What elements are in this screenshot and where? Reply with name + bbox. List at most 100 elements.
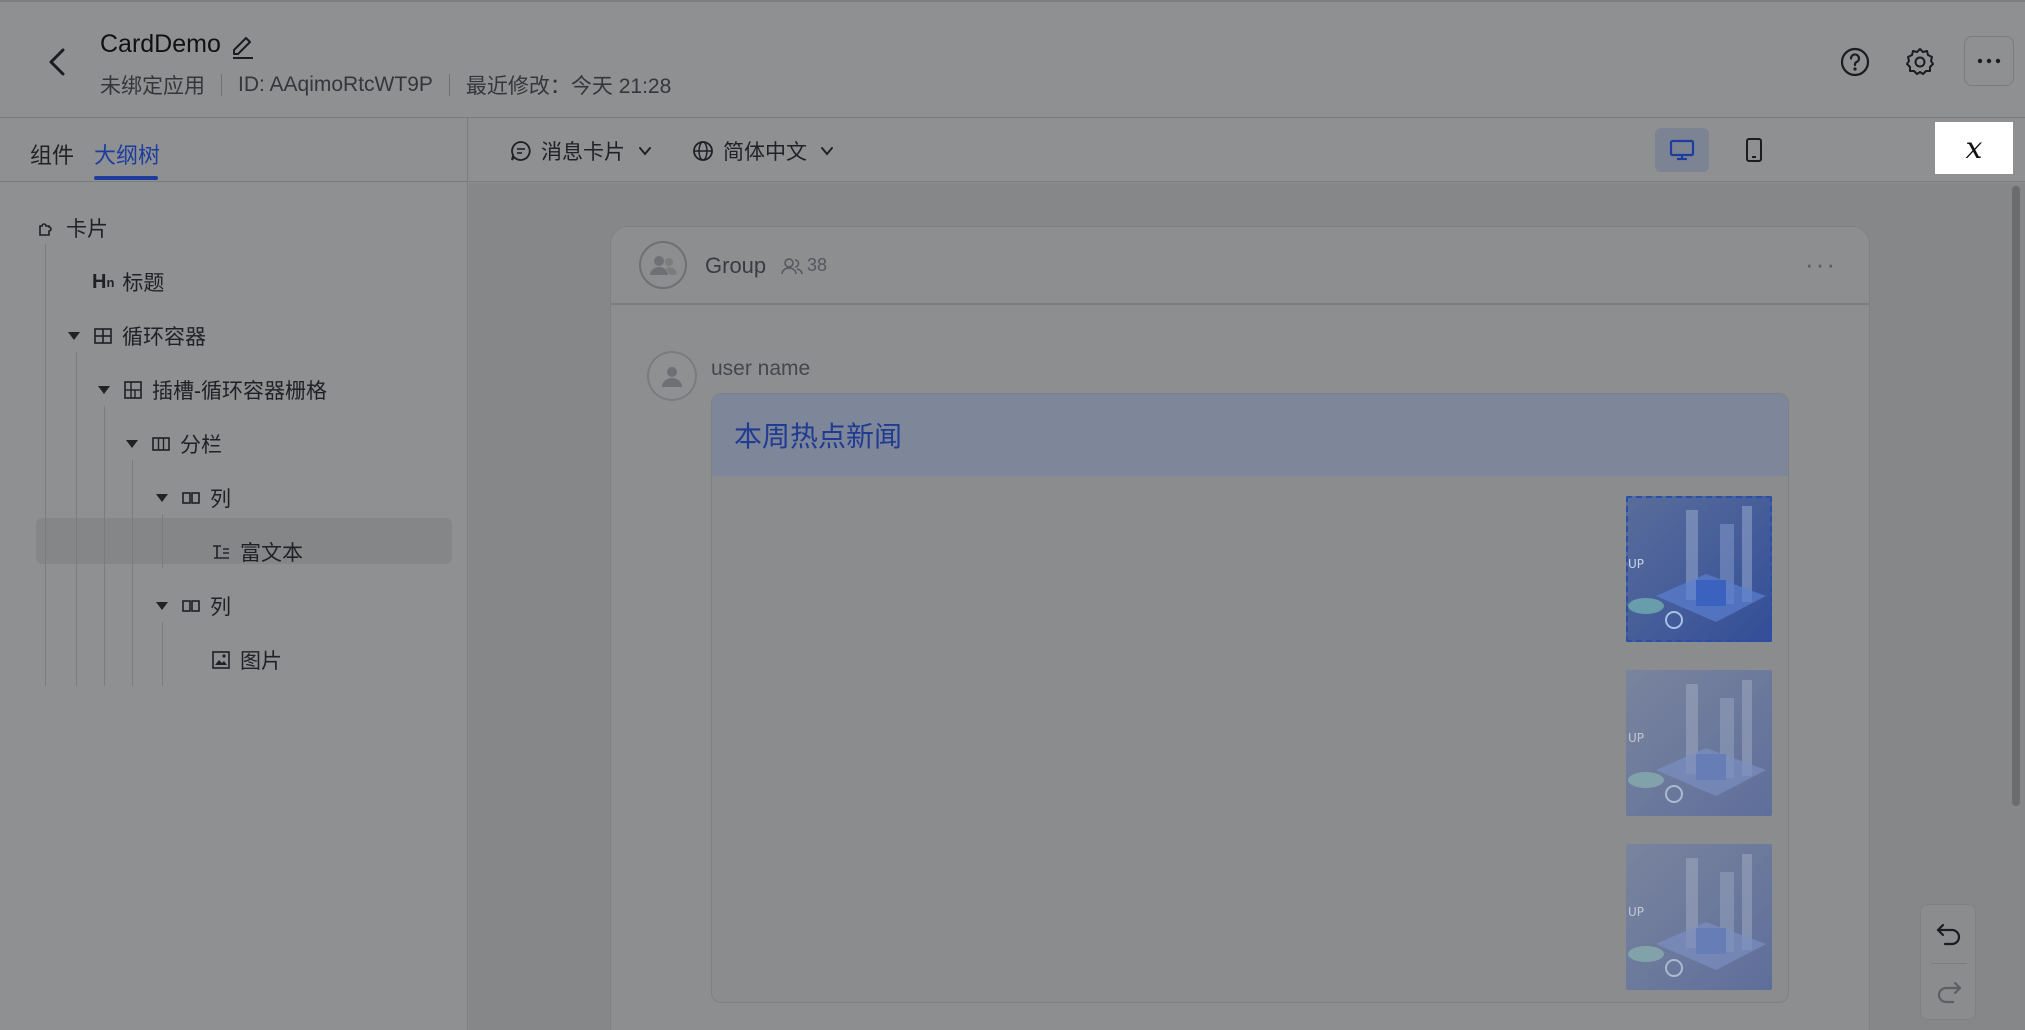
tree-node-label: 列 xyxy=(210,488,231,511)
city-illustration-image: UP xyxy=(1626,670,1772,816)
chat-preview-card: Group 38 ··· user name 本周热点新闻 UP UP UP xyxy=(610,226,1870,1030)
tree-node-image[interactable]: 图片 xyxy=(210,645,282,675)
app-header: CardDemo 未绑定应用 ID: AAqimoRtcWT9P 最近修改：今天… xyxy=(0,0,2025,118)
card-title: 本周热点新闻 xyxy=(734,421,903,452)
tree-node-title[interactable]: Hn 标题 xyxy=(92,267,164,297)
tree-node-columns[interactable]: 分栏 xyxy=(126,429,222,459)
message-card[interactable]: 本周热点新闻 UP UP UP xyxy=(711,393,1789,1003)
chat-more-icon[interactable]: ··· xyxy=(1805,249,1837,280)
city-illustration-image: UP xyxy=(1626,496,1772,642)
tree-node-label: 插槽-循环容器栅格 xyxy=(152,380,327,403)
meta-divider xyxy=(221,74,222,96)
card-type-dropdown[interactable]: 消息卡片 xyxy=(509,136,653,166)
last-modified: 最近修改：今天 21:28 xyxy=(465,75,672,98)
image-icon xyxy=(210,649,232,671)
tree-node-label: 循环容器 xyxy=(122,326,206,349)
group-name: Group xyxy=(705,253,767,278)
tree-node-label: 图片 xyxy=(240,650,282,673)
card-id: ID: AAqimoRtcWT9P xyxy=(238,73,433,96)
back-arrow-icon[interactable] xyxy=(44,46,72,78)
undo-icon[interactable] xyxy=(1935,921,1963,947)
help-icon[interactable] xyxy=(1839,46,1871,78)
redo-icon[interactable] xyxy=(1935,979,1963,1005)
group-users-icon xyxy=(650,256,677,275)
chat-header: Group 38 ··· xyxy=(611,227,1869,305)
tree-node-label: 标题 xyxy=(122,272,165,295)
mobile-phone-icon xyxy=(1746,138,1762,162)
language-label: 简体中文 xyxy=(723,141,807,164)
group-avatar xyxy=(639,241,687,289)
tab-outline-tree[interactable]: 大纲树 xyxy=(94,138,160,170)
tree-guide-line xyxy=(162,622,163,686)
desktop-preview-button[interactable] xyxy=(1655,128,1709,172)
tree-node-label: 分栏 xyxy=(180,434,222,457)
page-meta: 未绑定应用 ID: AAqimoRtcWT9P 最近修改：今天 21:28 xyxy=(100,70,671,100)
news-image-2[interactable]: UP xyxy=(1626,670,1772,816)
tree-node-slot-grid[interactable]: 插槽-循环容器栅格 xyxy=(98,375,327,405)
expand-caret-icon[interactable] xyxy=(156,602,168,610)
user-avatar xyxy=(647,351,697,401)
column-icon xyxy=(180,595,202,617)
variables-button[interactable]: 𝑥 xyxy=(1935,122,2013,174)
tree-guide-line xyxy=(104,406,105,686)
svg-text:UP: UP xyxy=(1628,557,1644,571)
tree-guide-line xyxy=(132,460,133,686)
mobile-preview-button[interactable] xyxy=(1727,128,1781,172)
tree-node-label: 富文本 xyxy=(240,542,303,565)
tree-node-column-2[interactable]: 列 xyxy=(156,591,231,621)
table-icon xyxy=(92,325,114,347)
chevron-down-icon xyxy=(821,147,833,156)
news-image-3[interactable]: UP xyxy=(1626,844,1772,990)
grid-icon xyxy=(122,379,144,401)
member-count: 38 xyxy=(781,255,827,276)
expand-caret-icon[interactable] xyxy=(98,386,110,394)
canvas-scrollbar[interactable] xyxy=(2012,186,2020,806)
expand-caret-icon[interactable] xyxy=(156,494,168,502)
svg-text:UP: UP xyxy=(1628,731,1644,745)
news-image-1[interactable]: UP xyxy=(1626,496,1772,642)
tree-node-column-1[interactable]: 列 xyxy=(156,483,231,513)
svg-text:UP: UP xyxy=(1628,905,1644,919)
desktop-monitor-icon xyxy=(1669,139,1695,161)
history-divider xyxy=(1931,963,1967,964)
member-count-value: 38 xyxy=(807,255,828,275)
expand-caret-icon[interactable] xyxy=(126,440,138,448)
members-icon xyxy=(781,257,803,274)
page-title: CardDemo xyxy=(100,30,221,58)
canvas-toolbar: 消息卡片 简体中文 xyxy=(469,118,2025,182)
globe-icon xyxy=(693,141,713,161)
left-panel: 组件 大纲树 xyxy=(0,118,468,1030)
settings-gear-icon[interactable] xyxy=(1904,46,1936,78)
tree-node-loop-container[interactable]: 循环容器 xyxy=(68,321,206,351)
more-dots-icon xyxy=(1977,58,2001,64)
more-options-button[interactable] xyxy=(1964,36,2014,86)
tree-node-label: 卡片 xyxy=(66,218,108,241)
columns-icon xyxy=(150,433,172,455)
tree-node-card[interactable]: 卡片 xyxy=(36,213,108,243)
chevron-down-icon xyxy=(639,147,651,156)
history-controls xyxy=(1920,904,1976,1020)
tree-node-rich-text[interactable]: 富文本 xyxy=(210,537,303,567)
tab-components[interactable]: 组件 xyxy=(30,138,74,170)
active-tab-indicator xyxy=(94,176,158,180)
edit-pencil-icon[interactable] xyxy=(230,34,256,60)
heading-icon: Hn xyxy=(92,270,115,293)
sender-name: user name xyxy=(711,357,811,380)
language-dropdown[interactable]: 简体中文 xyxy=(691,136,835,166)
city-illustration-image: UP xyxy=(1626,844,1772,990)
card-type-label: 消息卡片 xyxy=(541,141,625,164)
card-title-bar[interactable]: 本周热点新闻 xyxy=(712,394,1788,476)
message-bubble-icon xyxy=(511,141,531,161)
rich-text-icon xyxy=(210,541,232,563)
puzzle-icon xyxy=(36,217,58,239)
column-icon xyxy=(180,487,202,509)
app-binding-status: 未绑定应用 xyxy=(100,75,205,98)
tree-guide-line xyxy=(162,514,163,568)
user-icon xyxy=(662,367,682,387)
tree-guide-line xyxy=(76,352,77,686)
tree-guide-line xyxy=(45,244,46,686)
left-tabs: 组件 大纲树 xyxy=(0,118,467,182)
expand-caret-icon[interactable] xyxy=(68,332,80,340)
meta-divider xyxy=(448,74,450,96)
tree-node-label: 列 xyxy=(210,596,231,619)
